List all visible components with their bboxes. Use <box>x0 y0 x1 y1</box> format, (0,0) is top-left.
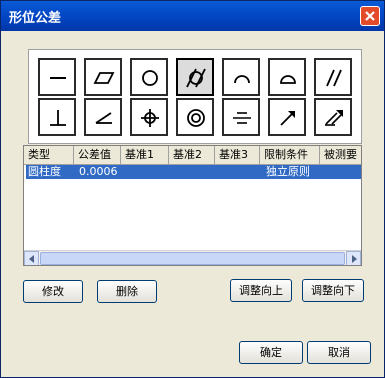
total-runout-icon <box>325 110 343 126</box>
symbol-surface-profile[interactable] <box>268 58 306 96</box>
title-bar: 形位公差 <box>1 1 384 31</box>
concentricity-icon <box>187 109 205 127</box>
cylindricity-icon <box>186 68 206 88</box>
scroll-thumb[interactable] <box>40 252 345 265</box>
symbol-total-runout[interactable] <box>314 98 352 136</box>
col-datum2[interactable]: 基准2 <box>169 146 215 164</box>
line-profile-icon <box>234 75 250 84</box>
perpendicularity-icon <box>50 110 66 126</box>
symbol-position[interactable] <box>130 98 168 136</box>
symbol-angularity[interactable] <box>84 98 122 136</box>
col-measured[interactable]: 被测要 <box>320 146 361 164</box>
ok-button[interactable]: 确定 <box>239 341 303 364</box>
symbol-circular-runout[interactable] <box>268 98 306 136</box>
circularity-icon <box>142 70 158 86</box>
modify-button[interactable]: 修改 <box>23 280 83 303</box>
col-value[interactable]: 公差值 <box>74 146 121 164</box>
cell-value: 0.0006 <box>79 165 118 178</box>
parallelism-icon <box>326 69 342 87</box>
col-datum3[interactable]: 基准3 <box>215 146 260 164</box>
position-icon <box>141 109 159 127</box>
window-title: 形位公差 <box>9 11 62 26</box>
cancel-button[interactable]: 取消 <box>307 341 371 364</box>
straightness-icon <box>50 77 66 79</box>
symbol-cylindricity[interactable] <box>176 58 214 96</box>
scroll-left-button[interactable] <box>24 251 39 265</box>
close-button[interactable] <box>360 6 380 26</box>
symbol-concentricity[interactable] <box>176 98 214 136</box>
symbol-circularity[interactable] <box>130 58 168 96</box>
symbol-straightness[interactable] <box>38 58 76 96</box>
symbol-line-profile[interactable] <box>222 58 260 96</box>
delete-button[interactable]: 删除 <box>97 280 157 303</box>
flatness-icon <box>93 72 115 84</box>
move-down-button[interactable]: 调整向下 <box>302 279 364 302</box>
symbol-symmetry[interactable] <box>222 98 260 136</box>
table-row[interactable]: 圆柱度 0.0006 独立原则 <box>26 165 361 179</box>
symmetry-icon <box>233 112 251 124</box>
circular-runout-icon <box>280 111 295 126</box>
move-up-button[interactable]: 调整向上 <box>230 279 292 302</box>
symbol-flatness[interactable] <box>84 58 122 96</box>
angularity-icon <box>95 112 112 124</box>
cell-condition: 独立原则 <box>266 165 310 178</box>
surface-profile-icon <box>280 75 296 84</box>
arrow-left-icon <box>29 255 34 263</box>
col-condition[interactable]: 限制条件 <box>260 146 320 164</box>
col-type[interactable]: 类型 <box>24 146 74 164</box>
scroll-right-button[interactable] <box>346 251 361 265</box>
symbol-panel <box>28 49 362 144</box>
tolerance-dialog: 形位公差 类型 公差值 基准1 基准2 基准3 限制条件 被测要 圆柱度 0.0… <box>0 0 385 378</box>
symbol-perpendicularity[interactable] <box>38 98 76 136</box>
col-datum1[interactable]: 基准1 <box>121 146 169 164</box>
arrow-right-icon <box>352 255 357 263</box>
symbol-parallelism[interactable] <box>314 58 352 96</box>
close-icon <box>365 11 375 21</box>
cell-type: 圆柱度 <box>28 165 61 178</box>
tolerance-table[interactable]: 类型 公差值 基准1 基准2 基准3 限制条件 被测要 圆柱度 0.0006 独… <box>23 145 362 266</box>
horizontal-scrollbar[interactable] <box>24 250 361 265</box>
table-header: 类型 公差值 基准1 基准2 基准3 限制条件 被测要 <box>24 146 361 165</box>
